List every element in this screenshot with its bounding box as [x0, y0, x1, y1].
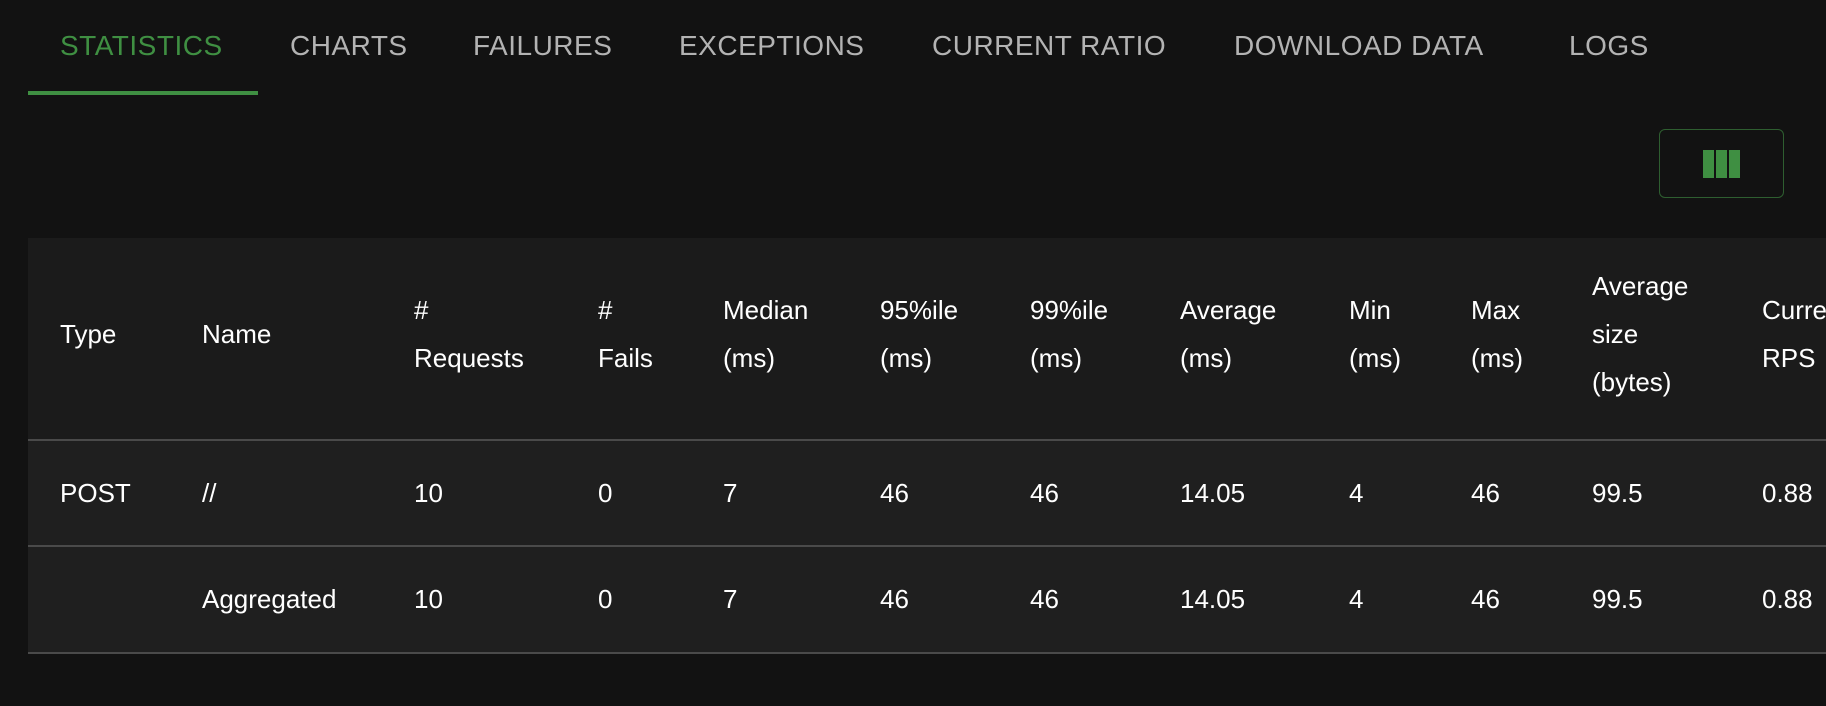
cell-current-rps: 0.88	[1762, 478, 1813, 508]
header-average[interactable]: Average (ms)	[1180, 286, 1276, 382]
cell-type: POST	[60, 478, 131, 508]
tab-exceptions[interactable]: EXCEPTIONS	[679, 30, 864, 62]
statistics-page: STATISTICS CHARTS FAILURES EXCEPTIONS CU…	[0, 0, 1826, 706]
header-99-percentile[interactable]: 99%ile (ms)	[1030, 286, 1108, 382]
header-current-rps[interactable]: Curre RPS	[1762, 286, 1826, 382]
columns-toggle-button[interactable]	[1659, 129, 1784, 198]
cell-median: 7	[723, 584, 738, 614]
table-row-aggregated[interactable]: Aggregated 10 0 7 46 46 14.05 4 46 99.5 …	[28, 547, 1826, 653]
tab-bar: STATISTICS CHARTS FAILURES EXCEPTIONS CU…	[28, 0, 1826, 96]
active-tab-indicator	[28, 91, 258, 95]
header-median[interactable]: Median (ms)	[723, 286, 808, 382]
header-fails[interactable]: # Fails	[598, 286, 653, 382]
header-average-size[interactable]: Average size (bytes)	[1592, 262, 1688, 406]
header-min[interactable]: Min (ms)	[1349, 286, 1401, 382]
table-row[interactable]: POST // 10 0 7 46 46 14.05 4 46 99.5 0.8…	[28, 441, 1826, 547]
tab-current-ratio[interactable]: CURRENT RATIO	[932, 30, 1166, 62]
tab-logs[interactable]: LOGS	[1569, 30, 1649, 62]
statistics-table: Type Name # Requests # Fails Median (ms) 95…	[28, 238, 1826, 654]
tab-failures[interactable]: FAILURES	[473, 30, 612, 62]
cell-99-percentile: 46	[1030, 584, 1059, 614]
cell-fails: 0	[598, 478, 613, 508]
cell-requests: 10	[414, 584, 443, 614]
cell-average-size: 99.5	[1592, 584, 1643, 614]
cell-name: //	[202, 478, 217, 508]
cell-name: Aggregated	[202, 584, 337, 614]
cell-99-percentile: 46	[1030, 478, 1059, 508]
header-type[interactable]: Type	[60, 310, 116, 358]
cell-min: 4	[1349, 478, 1364, 508]
cell-fails: 0	[598, 584, 613, 614]
cell-max: 46	[1471, 584, 1500, 614]
table-bottom-border	[28, 652, 1826, 654]
cell-average-size: 99.5	[1592, 478, 1643, 508]
cell-max: 46	[1471, 478, 1500, 508]
header-name[interactable]: Name	[202, 310, 271, 358]
cell-median: 7	[723, 478, 738, 508]
header-requests[interactable]: # Requests	[414, 286, 524, 382]
tab-charts[interactable]: CHARTS	[290, 30, 408, 62]
header-max[interactable]: Max (ms)	[1471, 286, 1523, 382]
cell-average: 14.05	[1180, 584, 1246, 614]
cell-requests: 10	[414, 478, 443, 508]
view-columns-icon	[1703, 149, 1740, 178]
cell-95-percentile: 46	[880, 584, 909, 614]
cell-current-rps: 0.88	[1762, 584, 1813, 614]
header-95-percentile[interactable]: 95%ile (ms)	[880, 286, 958, 382]
cell-average: 14.05	[1180, 478, 1246, 508]
tab-download-data[interactable]: DOWNLOAD DATA	[1234, 30, 1484, 62]
cell-min: 4	[1349, 584, 1364, 614]
cell-95-percentile: 46	[880, 478, 909, 508]
tab-statistics[interactable]: STATISTICS	[60, 30, 223, 62]
